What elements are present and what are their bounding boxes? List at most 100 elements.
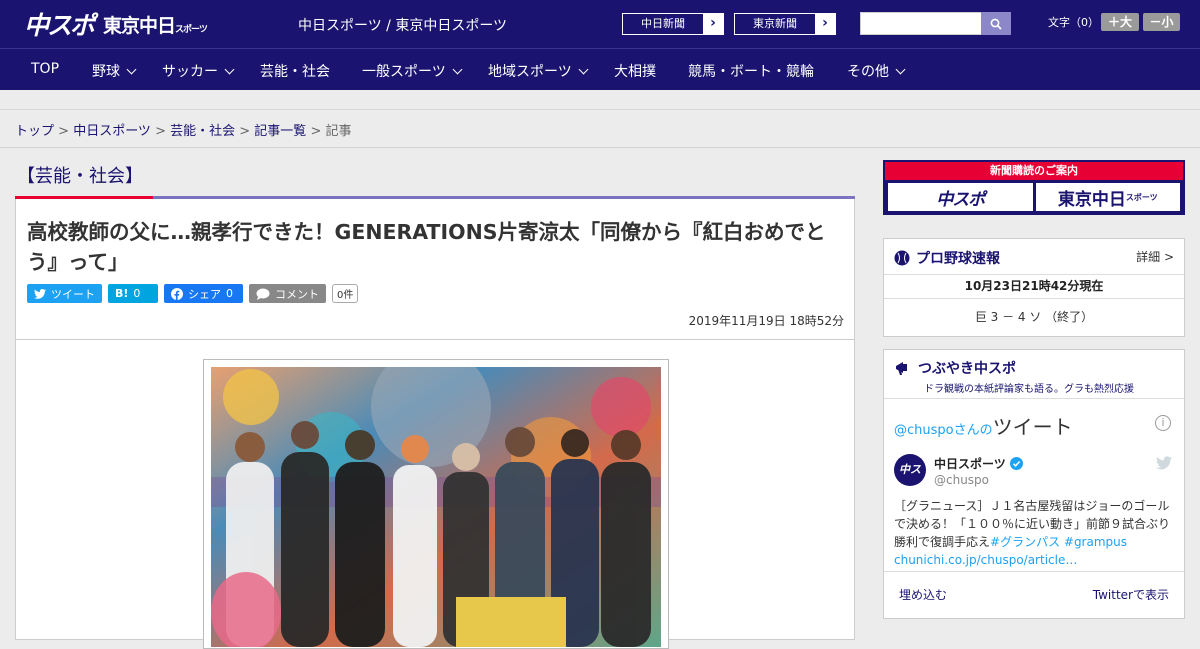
twitter-bird-icon[interactable] bbox=[1156, 455, 1172, 474]
nav-label: 競馬・ボート・競輪 bbox=[688, 64, 814, 80]
chevron-right-icon: › bbox=[703, 14, 723, 34]
subscription-title: 新聞購読のご案内 bbox=[885, 162, 1183, 180]
view-on-twitter-link[interactable]: Twitterで表示 bbox=[1093, 586, 1169, 603]
panel-title-text: つぶやき中スポ bbox=[918, 361, 1016, 377]
facebook-share-label: シェア bbox=[188, 287, 221, 301]
font-smaller-button[interactable]: －小 bbox=[1143, 13, 1180, 31]
verified-badge-icon bbox=[1009, 457, 1023, 470]
nav-item-racing[interactable]: 競馬・ボート・競輪 bbox=[688, 61, 814, 81]
facebook-share-count: 0 bbox=[226, 287, 233, 300]
chevron-down-icon bbox=[126, 64, 137, 74]
share-buttons: ツイート B! 0 シェア 0 コメント 0件 bbox=[27, 284, 359, 303]
font-bigger-button[interactable]: ＋大 bbox=[1101, 13, 1139, 31]
search-icon bbox=[990, 18, 1002, 30]
tweet-button[interactable]: ツイート bbox=[27, 284, 102, 303]
breadcrumb-link-chunichi-sports[interactable]: 中日スポーツ bbox=[73, 124, 151, 139]
twitter-timeline: @chuspoさんのツイート i 中ス 中日スポーツ @chuspo ［グラニュ… bbox=[884, 398, 1184, 610]
nav-label: サッカー bbox=[162, 64, 218, 80]
comment-button[interactable]: コメント bbox=[249, 284, 326, 303]
search-button[interactable] bbox=[981, 12, 1011, 35]
chevron-down-icon bbox=[578, 64, 589, 74]
hatena-icon: B! bbox=[115, 287, 129, 300]
nav-label: 一般スポーツ bbox=[362, 64, 446, 80]
panel-title: プロ野球速報 bbox=[894, 248, 1000, 268]
facebook-share-button[interactable]: シェア 0 bbox=[164, 284, 243, 303]
breadcrumb-link-top[interactable]: トップ bbox=[15, 124, 54, 139]
nav-label: 大相撲 bbox=[614, 64, 656, 80]
hatena-bookmark-button[interactable]: B! 0 bbox=[108, 284, 158, 303]
breadcrumb-sep: > bbox=[54, 124, 74, 139]
site-title-link[interactable]: 中日スポーツ / 東京中日スポーツ bbox=[298, 15, 507, 35]
chevron-down-icon bbox=[224, 64, 235, 74]
baseball-details-link[interactable]: 詳細 > bbox=[1136, 248, 1174, 265]
panel-subtitle: ドラ観戦の本紙評論家も語る。グラも熱烈応援 bbox=[924, 384, 1134, 395]
nav-label: 地域スポーツ bbox=[488, 64, 572, 80]
chunichi-shimbun-link[interactable]: 中日新聞 › bbox=[622, 13, 724, 35]
paper-link-label: 東京新聞 bbox=[735, 14, 815, 34]
nav-item-local-sports[interactable]: 地域スポーツ bbox=[488, 61, 589, 81]
nav-label: 芸能・社会 bbox=[260, 64, 330, 80]
embed-link[interactable]: 埋め込む bbox=[899, 586, 947, 603]
chevron-down-icon bbox=[895, 64, 906, 74]
site-logo[interactable]: 中スポ 東京中日スポーツ bbox=[24, 8, 208, 40]
breadcrumb-link-entertainment[interactable]: 芸能・社会 bbox=[170, 124, 235, 139]
breadcrumb: トップ > 中日スポーツ > 芸能・社会 > 記事一覧 > 記事 bbox=[15, 120, 352, 139]
spacer bbox=[0, 90, 1200, 110]
avatar[interactable]: 中ス bbox=[894, 454, 926, 486]
nav-item-soccer[interactable]: サッカー bbox=[162, 61, 235, 81]
tweet-hashtags[interactable]: #グランパス #grampus bbox=[990, 535, 1127, 549]
article-photo-section bbox=[15, 340, 855, 649]
tweet-text: ［グラニュース］Ｊ１名古屋残留はジョーのゴールで決める！「１００％に近い動き」前… bbox=[894, 497, 1176, 569]
top-header: 中スポ 東京中日スポーツ 中日スポーツ / 東京中日スポーツ 中日新聞 › 東京… bbox=[0, 0, 1200, 48]
breadcrumb-sep: > bbox=[150, 124, 171, 139]
group-photo-image bbox=[211, 367, 661, 647]
tweet-author-name[interactable]: 中日スポーツ bbox=[934, 455, 1023, 472]
author-name-text: 中日スポーツ bbox=[934, 457, 1006, 471]
nav-item-entertainment[interactable]: 芸能・社会 bbox=[260, 61, 330, 81]
breadcrumb-sep: > bbox=[235, 124, 255, 139]
nav-label: TOP bbox=[31, 61, 60, 77]
nav-item-general-sports[interactable]: 一般スポーツ bbox=[362, 61, 463, 81]
tweet-label: ツイート bbox=[51, 287, 95, 301]
chevron-down-icon bbox=[452, 64, 463, 74]
hatena-count: 0 bbox=[133, 287, 141, 300]
nav-item-other[interactable]: その他 bbox=[847, 61, 906, 81]
panel-header: プロ野球速報 詳細 > bbox=[884, 239, 1184, 275]
nav-label: その他 bbox=[847, 64, 889, 80]
speech-bubble-icon bbox=[256, 288, 270, 300]
article-photo-frame[interactable] bbox=[203, 359, 669, 649]
font-size-label: 文字（0） bbox=[1048, 16, 1099, 29]
article-header: 高校教師の父に…親孝行できた！GENERATIONS片寄涼太「同僚から『紅白おめ… bbox=[15, 199, 855, 340]
logo-chuspo: 中スポ bbox=[24, 11, 95, 40]
category-header: 【芸能・社会】 bbox=[15, 160, 855, 200]
subscribe-btn-label: 東京中日 bbox=[1057, 189, 1126, 210]
twitter-panel: つぶやき中スポ ドラ観戦の本紙評論家も語る。グラも熱烈応援 @chuspoさんの… bbox=[883, 349, 1185, 619]
info-icon[interactable]: i bbox=[1155, 415, 1171, 431]
breadcrumb-sep: > bbox=[306, 124, 326, 139]
timeline-footer: 埋め込む Twitterで表示 bbox=[884, 571, 1184, 611]
baseball-icon bbox=[894, 250, 910, 266]
paper-link-label: 中日新聞 bbox=[623, 14, 703, 34]
panel-header: つぶやき中スポ ドラ観戦の本紙評論家も語る。グラも熱烈応援 bbox=[894, 358, 1134, 395]
tokyo-shimbun-link[interactable]: 東京新聞 › bbox=[734, 13, 836, 35]
nav-item-sumo[interactable]: 大相撲 bbox=[614, 61, 656, 81]
subscribe-tokyo-chunichi-button[interactable]: 東京中日 スポーツ bbox=[1035, 183, 1180, 211]
main-nav: TOP 野球 サッカー 芸能・社会 一般スポーツ 地域スポーツ 大相撲 競馬・ボ… bbox=[0, 48, 1200, 90]
breadcrumb-current: 記事 bbox=[325, 124, 352, 139]
score-result[interactable]: 巨 3 － 4 ソ （終了） bbox=[884, 299, 1184, 335]
timeline-title: ツイート bbox=[992, 415, 1073, 439]
panel-title-text: プロ野球速報 bbox=[916, 251, 1000, 267]
tweet-author-handle[interactable]: @chuspo bbox=[934, 473, 989, 487]
article-main: 【芸能・社会】 高校教師の父に…親孝行できた！GENERATIONS片寄涼太「同… bbox=[15, 160, 855, 649]
timeline-header[interactable]: @chuspoさんのツイート bbox=[894, 411, 1073, 440]
article-photo bbox=[211, 367, 661, 647]
subscribe-chuspo-button[interactable]: 中スポ bbox=[888, 183, 1033, 211]
megaphone-icon bbox=[896, 362, 907, 375]
subscription-banner[interactable]: 新聞購読のご案内 中スポ 東京中日 スポーツ bbox=[883, 160, 1185, 215]
tweet-link[interactable]: chunichi.co.jp/chuspo/article… bbox=[894, 553, 1077, 567]
breadcrumb-link-article-list[interactable]: 記事一覧 bbox=[254, 124, 306, 139]
nav-item-top[interactable]: TOP bbox=[31, 61, 59, 77]
nav-item-baseball[interactable]: 野球 bbox=[92, 61, 137, 81]
chevron-right-icon: › bbox=[815, 14, 835, 34]
comment-label: コメント bbox=[275, 287, 319, 301]
